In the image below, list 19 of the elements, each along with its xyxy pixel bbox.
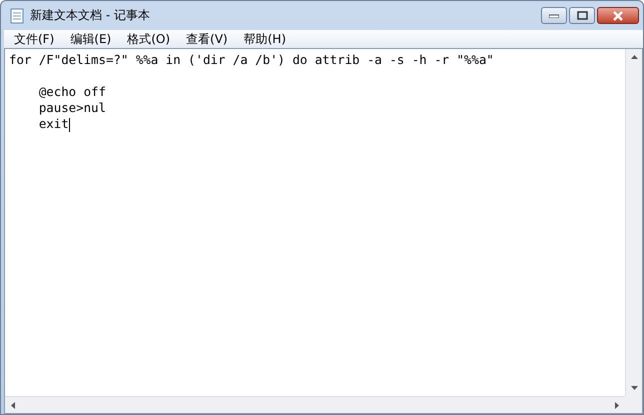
close-icon [612, 10, 624, 20]
scroll-down-icon[interactable] [630, 386, 638, 390]
menu-item[interactable]: 编辑(E) [62, 30, 120, 48]
menu-item[interactable]: 格式(O) [119, 30, 178, 48]
minimize-button[interactable] [541, 7, 567, 24]
close-button[interactable] [597, 7, 639, 24]
menu-item[interactable]: 帮助(H) [236, 30, 294, 48]
minimize-icon [549, 14, 559, 18]
scroll-up-icon[interactable] [630, 55, 638, 59]
menu-item[interactable]: 查看(V) [178, 30, 236, 48]
window-title: 新建文本文档 - 记事本 [30, 7, 150, 24]
notepad-icon [10, 8, 24, 24]
maximize-icon [576, 11, 588, 20]
vertical-scrollbar[interactable] [625, 49, 642, 396]
menu-item[interactable]: 文件(F) [6, 30, 62, 48]
scroll-left-icon[interactable] [11, 402, 15, 408]
scroll-right-icon[interactable] [615, 402, 619, 408]
maximize-button[interactable] [569, 7, 595, 24]
horizontal-scrollbar[interactable] [5, 396, 625, 413]
